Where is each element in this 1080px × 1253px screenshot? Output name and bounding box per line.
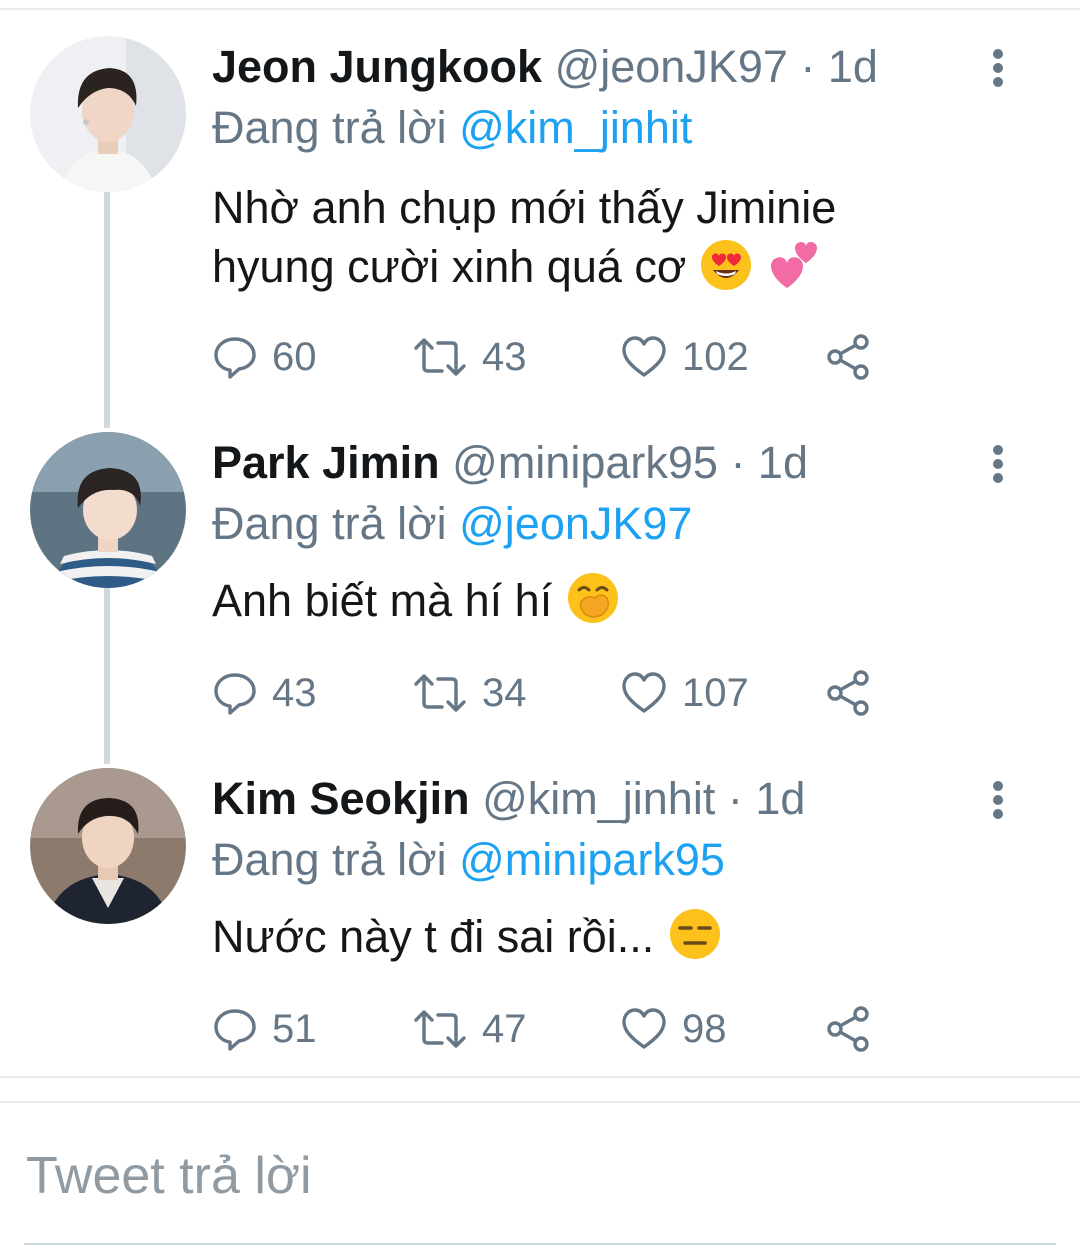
tweet-text-line: hyung cười xinh quá cơ [212,241,687,292]
thread-connector [104,192,110,428]
tweet-text: Nhờ anh chụp mới thấy Jiminie hyung cười… [212,180,932,305]
replying-to: Đang trả lời @jeonJK97 [212,499,692,549]
share-icon [824,1005,872,1053]
like-icon [620,670,668,716]
two-hearts-emoji [765,236,821,305]
like-button[interactable]: 98 [620,1004,727,1054]
timestamp[interactable]: · 1d [800,41,878,92]
display-name[interactable]: Kim Seokjin [212,773,470,824]
replying-to: Đang trả lời @minipark95 [212,835,725,885]
reply-count: 60 [272,334,317,379]
avatar[interactable] [30,768,186,924]
tweet-text: Anh biết mà hí hí [212,570,932,639]
avatar[interactable] [30,432,186,588]
more-icon[interactable] [978,778,1018,822]
tweet-text-line: Anh biết mà hí hí [212,575,553,626]
retweet-count: 43 [482,334,527,379]
replying-to: Đang trả lời @kim_jinhit [212,103,692,153]
share-button[interactable] [824,1004,872,1054]
reply-icon [212,334,258,380]
hand-over-mouth-emoji [565,570,621,639]
retweet-count: 47 [482,1006,527,1051]
avatar[interactable] [30,36,186,192]
top-divider [0,8,1080,10]
tweet[interactable]: Kim Seokjin @kim_jinhit · 1d Đang trả lờ… [0,742,1080,1088]
reply-count: 51 [272,1006,317,1051]
more-icon[interactable] [978,46,1018,90]
reply-count: 43 [272,670,317,715]
like-button[interactable]: 107 [620,668,749,718]
reply-button[interactable]: 43 [212,668,317,718]
like-icon [620,334,668,380]
retweet-count: 34 [482,670,527,715]
user-handle[interactable]: @minipark95 [452,437,718,488]
heart-eyes-emoji [699,238,753,305]
display-name[interactable]: Park Jimin [212,437,440,488]
replying-to-handle[interactable]: @minipark95 [459,834,725,885]
reply-button[interactable]: 60 [212,332,317,382]
like-button[interactable]: 102 [620,332,749,382]
replying-prefix: Đang trả lời [212,834,447,885]
expressionless-emoji [667,906,723,975]
thread-connector [104,588,110,764]
display-name[interactable]: Jeon Jungkook [212,41,542,92]
retweet-button[interactable]: 43 [412,332,527,382]
share-button[interactable] [824,668,872,718]
reply-icon [212,1006,258,1052]
replying-prefix: Đang trả lời [212,102,447,153]
tweet-header: Jeon Jungkook @jeonJK97 · 1d [212,42,878,92]
retweet-icon [412,334,468,380]
retweet-button[interactable]: 47 [412,1004,527,1054]
tweet[interactable]: Jeon Jungkook @jeonJK97 · 1d Đang trả lờ… [0,20,1080,428]
retweet-icon [412,670,468,716]
share-icon [824,333,872,381]
tweet-header: Park Jimin @minipark95 · 1d [212,438,808,488]
tweet-text-line: Nhờ anh chụp mới thấy Jiminie [212,182,837,233]
retweet-button[interactable]: 34 [412,668,527,718]
thread-connector [104,406,110,422]
retweet-icon [412,1006,468,1052]
like-count: 107 [682,670,749,715]
like-icon [620,1006,668,1052]
reply-icon [212,670,258,716]
reply-button[interactable]: 51 [212,1004,317,1054]
divider [0,1101,1080,1103]
replying-to-handle[interactable]: @kim_jinhit [459,102,692,153]
share-icon [824,669,872,717]
timestamp[interactable]: · 1d [730,437,808,488]
divider [0,1076,1080,1078]
tweet-text-line: Nước này t đi sai rồi... [212,911,655,962]
replying-prefix: Đang trả lời [212,498,447,549]
compose-underline [24,1243,1056,1245]
like-count: 98 [682,1006,727,1051]
more-icon[interactable] [978,442,1018,486]
tweet-text: Nước này t đi sai rồi... [212,906,932,975]
timestamp[interactable]: · 1d [728,773,806,824]
reply-compose-input[interactable]: Tweet trả lời [26,1146,312,1206]
tweet[interactable]: Park Jimin @minipark95 · 1d Đang trả lời… [0,406,1080,764]
tweet-header: Kim Seokjin @kim_jinhit · 1d [212,774,805,824]
replying-to-handle[interactable]: @jeonJK97 [459,498,692,549]
thread-connector [104,742,110,758]
user-handle[interactable]: @kim_jinhit [482,773,715,824]
like-count: 102 [682,334,749,379]
share-button[interactable] [824,332,872,382]
user-handle[interactable]: @jeonJK97 [555,41,788,92]
